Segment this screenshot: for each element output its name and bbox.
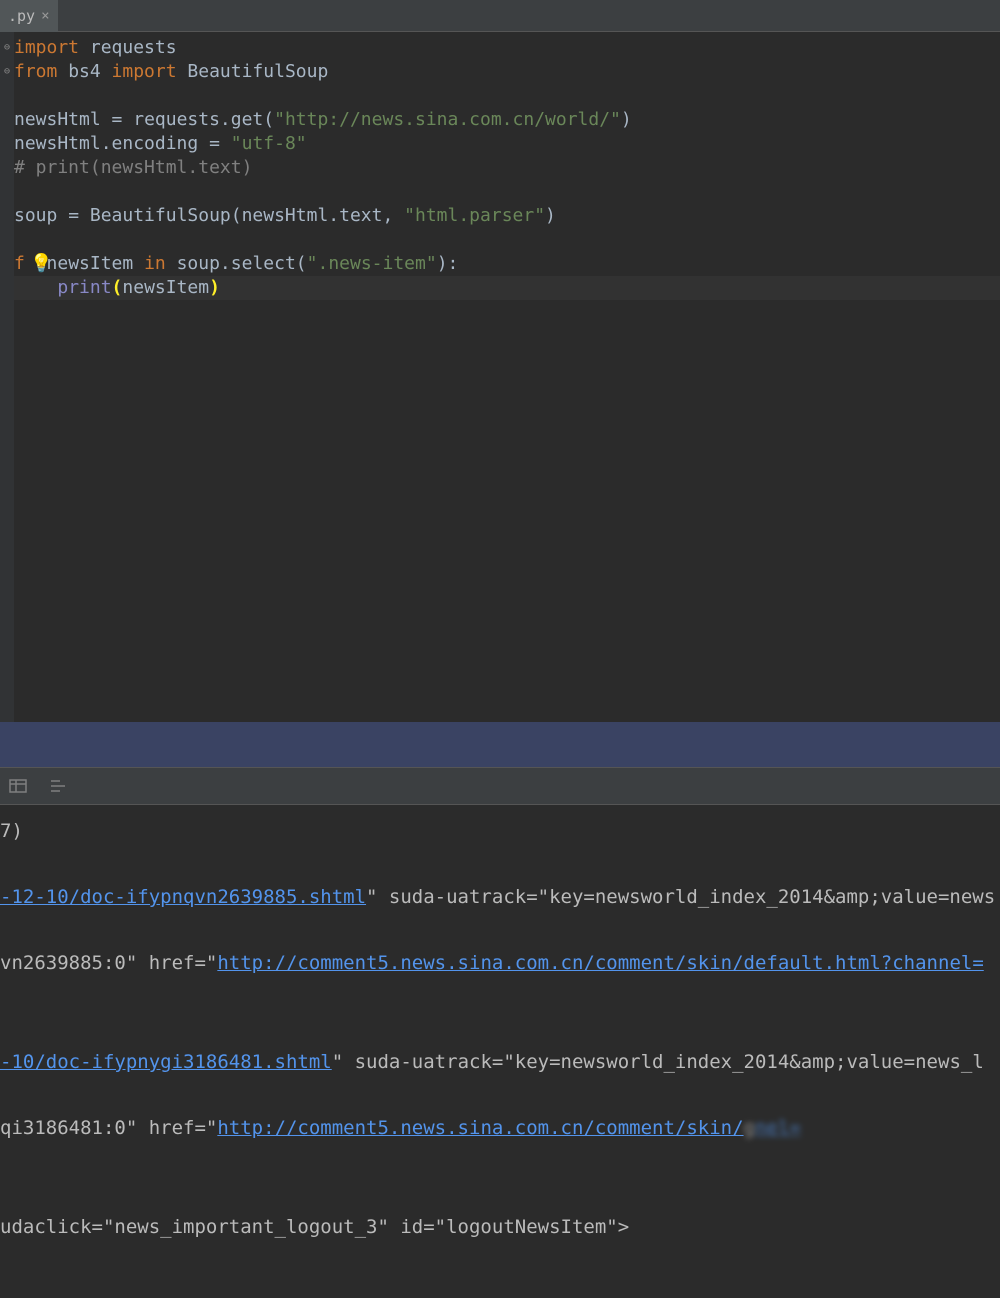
panel-separator[interactable] <box>0 722 1000 767</box>
console-line <box>0 1178 1000 1211</box>
code-line <box>14 228 1000 252</box>
code-line: soup = BeautifulSoup(newsHtml.text, "htm… <box>14 204 1000 228</box>
gutter: ⊖ ⊖ <box>0 32 14 722</box>
console-line <box>0 980 1000 1013</box>
collapse-icon[interactable]: ⊖ <box>0 60 14 84</box>
console-line: 7) <box>0 815 1000 848</box>
console-link[interactable]: -10/doc-ifypnygi3186481.shtml <box>0 1051 332 1073</box>
console-line: qi3186481:0" href="http://comment5.news.… <box>0 1112 1000 1145</box>
console-line: udaclick="news_important_logout_3" id="l… <box>0 1211 1000 1244</box>
console-line <box>0 848 1000 881</box>
console-output[interactable]: 7) -12-10/doc-ifypnqvn2639885.shtml" sud… <box>0 805 1000 1298</box>
console-toolbar <box>0 767 1000 805</box>
wrap-icon[interactable] <box>48 776 68 796</box>
collapse-icon[interactable]: ⊖ <box>0 36 14 60</box>
code-line: import requests <box>14 36 1000 60</box>
tab-label: .py <box>8 7 35 25</box>
close-icon[interactable]: × <box>41 8 49 24</box>
code-area[interactable]: 💡 import requests from bs4 import Beauti… <box>14 32 1000 722</box>
lightbulb-icon[interactable]: 💡 <box>30 252 52 276</box>
code-line <box>14 180 1000 204</box>
console-link[interactable]: -12-10/doc-ifypnqvn2639885.shtml <box>0 886 366 908</box>
console-line: -12-10/doc-ifypnqvn2639885.shtml" suda-u… <box>0 881 1000 914</box>
console-line <box>0 1145 1000 1178</box>
editor-tab[interactable]: .py × <box>0 0 58 32</box>
console-line <box>0 1013 1000 1046</box>
console-link[interactable]: http://comment5.news.sina.com.cn/comment… <box>217 952 983 974</box>
console-line: vn2639885:0" href="http://comment5.news.… <box>0 947 1000 980</box>
code-line <box>14 84 1000 108</box>
editor: ⊖ ⊖ 💡 import requests from bs4 import Be… <box>0 32 1000 722</box>
console-line: -10/doc-ifypnygi3186481.shtml" suda-uatr… <box>0 1046 1000 1079</box>
console-line <box>0 1079 1000 1112</box>
code-line: f newsItem in soup.select(".news-item"): <box>14 252 1000 276</box>
console-line <box>0 914 1000 947</box>
code-line: # print(newsHtml.text) <box>14 156 1000 180</box>
table-icon[interactable] <box>8 776 28 796</box>
code-line: newsHtml = requests.get("http://news.sin… <box>14 108 1000 132</box>
console-link[interactable]: http://comment5.news.sina.com.cn/comment… <box>217 1117 743 1139</box>
code-line: newsHtml.encoding = "utf-8" <box>14 132 1000 156</box>
tab-bar: .py × <box>0 0 1000 32</box>
code-line-active: print(newsItem) <box>14 276 1000 300</box>
code-line: from bs4 import BeautifulSoup <box>14 60 1000 84</box>
